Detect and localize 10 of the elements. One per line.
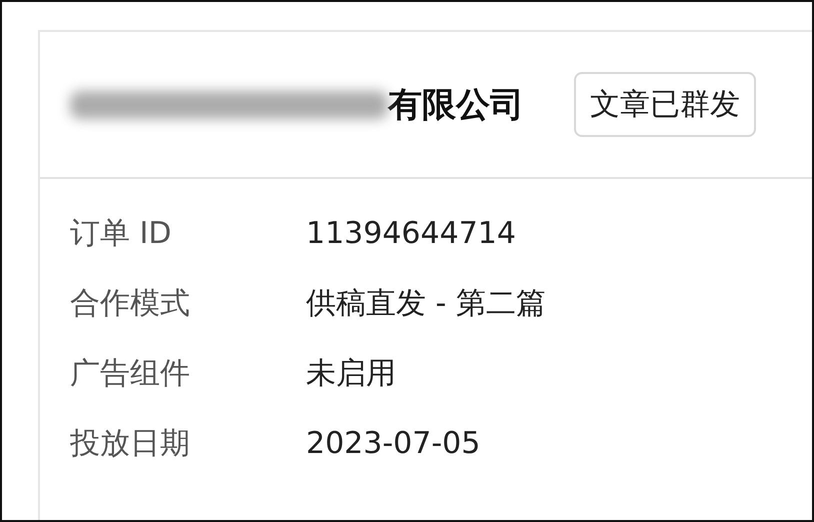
field-value: 2023-07-05 [306,426,480,461]
company-name: 有限公司 [388,84,524,126]
field-value: 11394644714 [306,216,516,251]
field-label: 广告组件 [70,355,191,393]
status-button[interactable]: 文章已群发 [574,72,756,137]
field-label: 订单 ID [70,215,172,253]
field-value: 未启用 [306,355,396,393]
field-value: 供稿直发 - 第二篇 [306,285,546,323]
field-label: 投放日期 [70,425,191,463]
field-label: 合作模式 [70,285,191,323]
